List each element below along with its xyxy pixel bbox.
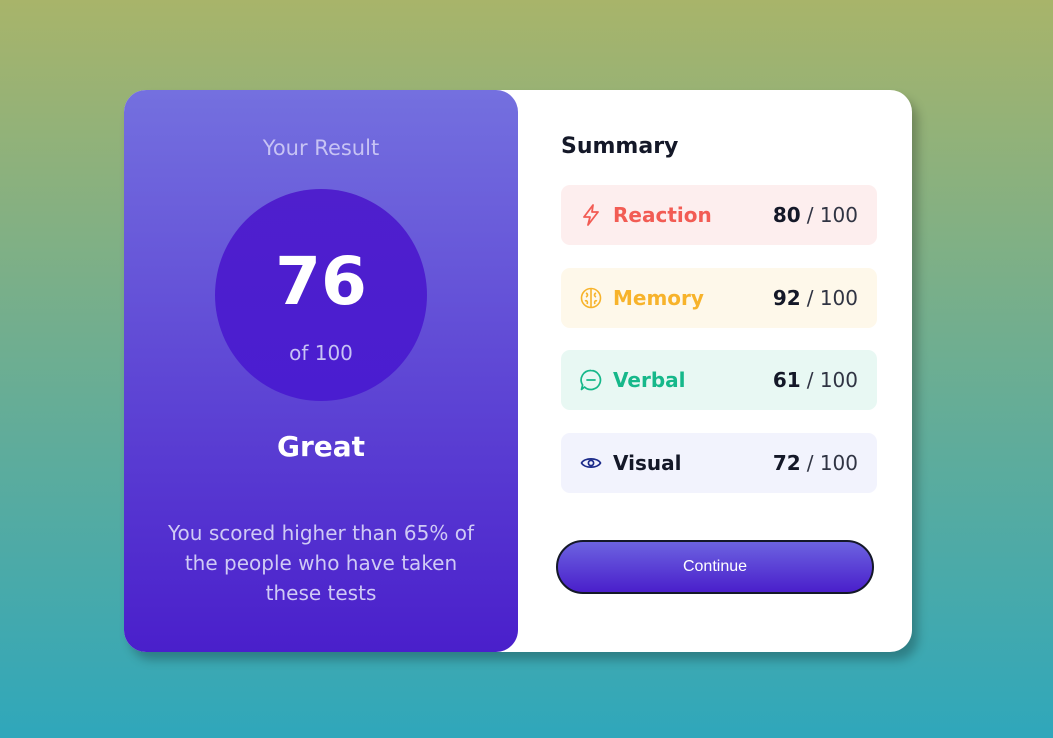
summary-item-label: Reaction	[613, 203, 712, 227]
rating-label: Great	[276, 430, 366, 463]
summary-item-score: 92	[772, 286, 801, 310]
summary-item-reaction: Reaction 80 / 100	[561, 185, 877, 245]
score-total: of 100	[289, 341, 353, 365]
results-card: Your Result 76 of 100 Great You scored h…	[124, 90, 912, 652]
summary-item-max: / 100	[806, 286, 858, 310]
summary-item-visual: Visual 72 / 100	[561, 433, 877, 493]
summary-item-memory: Memory 92 / 100	[561, 268, 877, 328]
summary-item-score: 61	[772, 368, 801, 392]
lightning-icon	[580, 204, 602, 226]
summary-item-verbal: Verbal 61 / 100	[561, 350, 877, 410]
summary-title: Summary	[561, 134, 679, 159]
eye-icon	[580, 452, 602, 474]
summary-item-max: / 100	[806, 203, 858, 227]
summary-item-max: / 100	[806, 368, 858, 392]
chat-icon	[580, 369, 602, 391]
score-circle: 76 of 100	[215, 189, 427, 401]
brain-icon	[580, 287, 602, 309]
summary-item-label: Visual	[613, 451, 682, 475]
result-panel: Your Result 76 of 100 Great You scored h…	[124, 90, 518, 652]
summary-item-label: Memory	[613, 286, 704, 310]
score-value: 76	[275, 243, 367, 320]
summary-item-score: 72	[772, 451, 801, 475]
result-heading: Your Result	[262, 136, 380, 160]
continue-button[interactable]: Continue	[556, 540, 874, 594]
result-description: You scored higher than 65% of the people…	[167, 521, 474, 605]
summary-item-max: / 100	[806, 451, 858, 475]
summary-item-label: Verbal	[613, 368, 686, 392]
summary-item-score: 80	[772, 203, 801, 227]
